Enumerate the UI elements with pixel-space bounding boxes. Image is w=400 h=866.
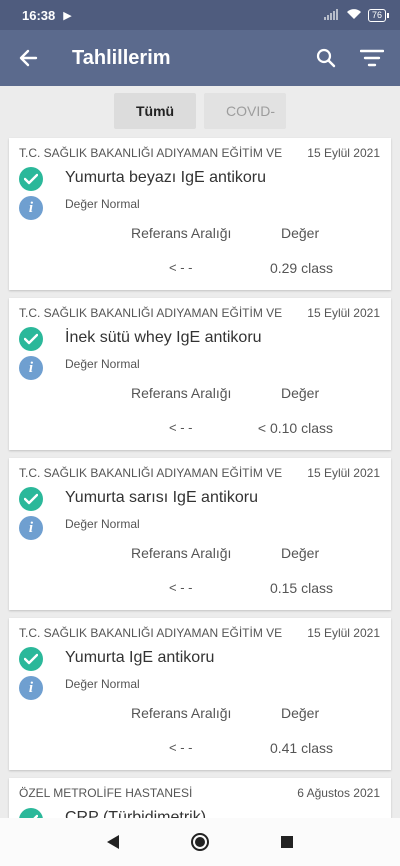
info-icon[interactable]: i (19, 516, 43, 540)
test-name: CRP (Türbidimetrik) (65, 809, 207, 818)
reference-range: < - - (169, 260, 193, 275)
check-circle-icon (19, 808, 43, 818)
result-value: 0.41 class (269, 740, 333, 756)
hospital-name: ÖZEL METROLİFE HASTANESİ (19, 786, 193, 800)
signal-icon (323, 8, 340, 23)
reference-header: Referans Aralığı (131, 385, 232, 401)
check-circle-icon (19, 647, 43, 671)
app-bar: Tahlillerim (0, 30, 400, 86)
result-date: 15 Eylül 2021 (307, 306, 380, 320)
info-icon[interactable]: i (19, 356, 43, 380)
result-date: 15 Eylül 2021 (307, 146, 380, 160)
system-nav-bar (0, 818, 400, 866)
result-status: Değer Normal (65, 357, 140, 371)
result-date: 6 Ağustos 2021 (297, 786, 380, 800)
test-name: Yumurta sarısı IgE antikoru (65, 489, 258, 506)
test-name: Yumurta beyazı IgE antikoru (65, 169, 266, 186)
battery-icon: 76 (367, 8, 390, 22)
reference-header: Referans Aralığı (131, 225, 232, 241)
result-date: 15 Eylül 2021 (307, 626, 380, 640)
check-circle-icon (19, 167, 43, 191)
info-icon[interactable]: i (19, 676, 43, 700)
filter-tabs: Tümü COVID-19 (0, 93, 400, 155)
wifi-icon (346, 8, 362, 23)
nav-back-icon[interactable] (99, 828, 127, 856)
info-icon[interactable]: i (19, 196, 43, 220)
hospital-name: T.C. SAĞLIK BAKANLIĞI ADIYAMAN EĞİTİM VE (19, 146, 283, 160)
result-status: Değer Normal (65, 677, 140, 691)
value-header: Değer (281, 545, 320, 561)
status-icons: 76 (323, 8, 390, 23)
result-value: 0.29 class (269, 260, 333, 276)
value-header: Değer (281, 225, 320, 241)
test-name: İnek sütü whey IgE antikoru (65, 329, 262, 346)
status-bar: 16:38 ▶ 76 (0, 0, 400, 30)
tab-covid-19[interactable]: COVID-19 (204, 93, 286, 155)
tab-all[interactable]: Tümü (114, 93, 196, 129)
filter-icon[interactable] (358, 44, 386, 72)
result-status: Değer Normal (65, 197, 140, 211)
test-name: Yumurta IgE antikoru (65, 649, 215, 666)
nav-home-icon[interactable] (186, 828, 214, 856)
reference-range: < - - (169, 580, 193, 595)
reference-header: Referans Aralığı (131, 545, 232, 561)
result-card[interactable]: T.C. SAĞLIK BAKANLIĞI ADIYAMAN EĞİTİM VE… (9, 138, 391, 290)
value-header: Değer (281, 705, 320, 721)
hospital-name: T.C. SAĞLIK BAKANLIĞI ADIYAMAN EĞİTİM VE (19, 466, 283, 480)
check-circle-icon (19, 487, 43, 511)
result-status: Değer Normal (65, 517, 140, 531)
result-card[interactable]: ÖZEL METROLİFE HASTANESİ 6 Ağustos 2021 … (9, 778, 391, 818)
arrow-left-icon[interactable] (14, 44, 42, 72)
result-date: 15 Eylül 2021 (307, 466, 380, 480)
check-circle-icon (19, 327, 43, 351)
result-card[interactable]: T.C. SAĞLIK BAKANLIĞI ADIYAMAN EĞİTİM VE… (9, 298, 391, 450)
reference-header: Referans Aralığı (131, 705, 232, 721)
nav-recents-icon[interactable] (273, 828, 301, 856)
result-card[interactable]: T.C. SAĞLIK BAKANLIĞI ADIYAMAN EĞİTİM VE… (9, 618, 391, 770)
search-icon[interactable] (312, 44, 340, 72)
results-list: T.C. SAĞLIK BAKANLIĞI ADIYAMAN EĞİTİM VE… (9, 138, 391, 826)
reference-range: < - - (169, 420, 193, 435)
media-playing-icon: ▶ (63, 9, 72, 22)
result-card[interactable]: T.C. SAĞLIK BAKANLIĞI ADIYAMAN EĞİTİM VE… (9, 458, 391, 610)
result-value: < 0.10 class (257, 420, 333, 436)
result-value: 0.15 class (269, 580, 333, 596)
reference-range: < - - (169, 740, 193, 755)
value-header: Değer (281, 385, 320, 401)
hospital-name: T.C. SAĞLIK BAKANLIĞI ADIYAMAN EĞİTİM VE (19, 626, 283, 640)
hospital-name: T.C. SAĞLIK BAKANLIĞI ADIYAMAN EĞİTİM VE (19, 306, 283, 320)
status-time: 16:38 (22, 7, 56, 23)
page-title: Tahlillerim (72, 46, 171, 69)
